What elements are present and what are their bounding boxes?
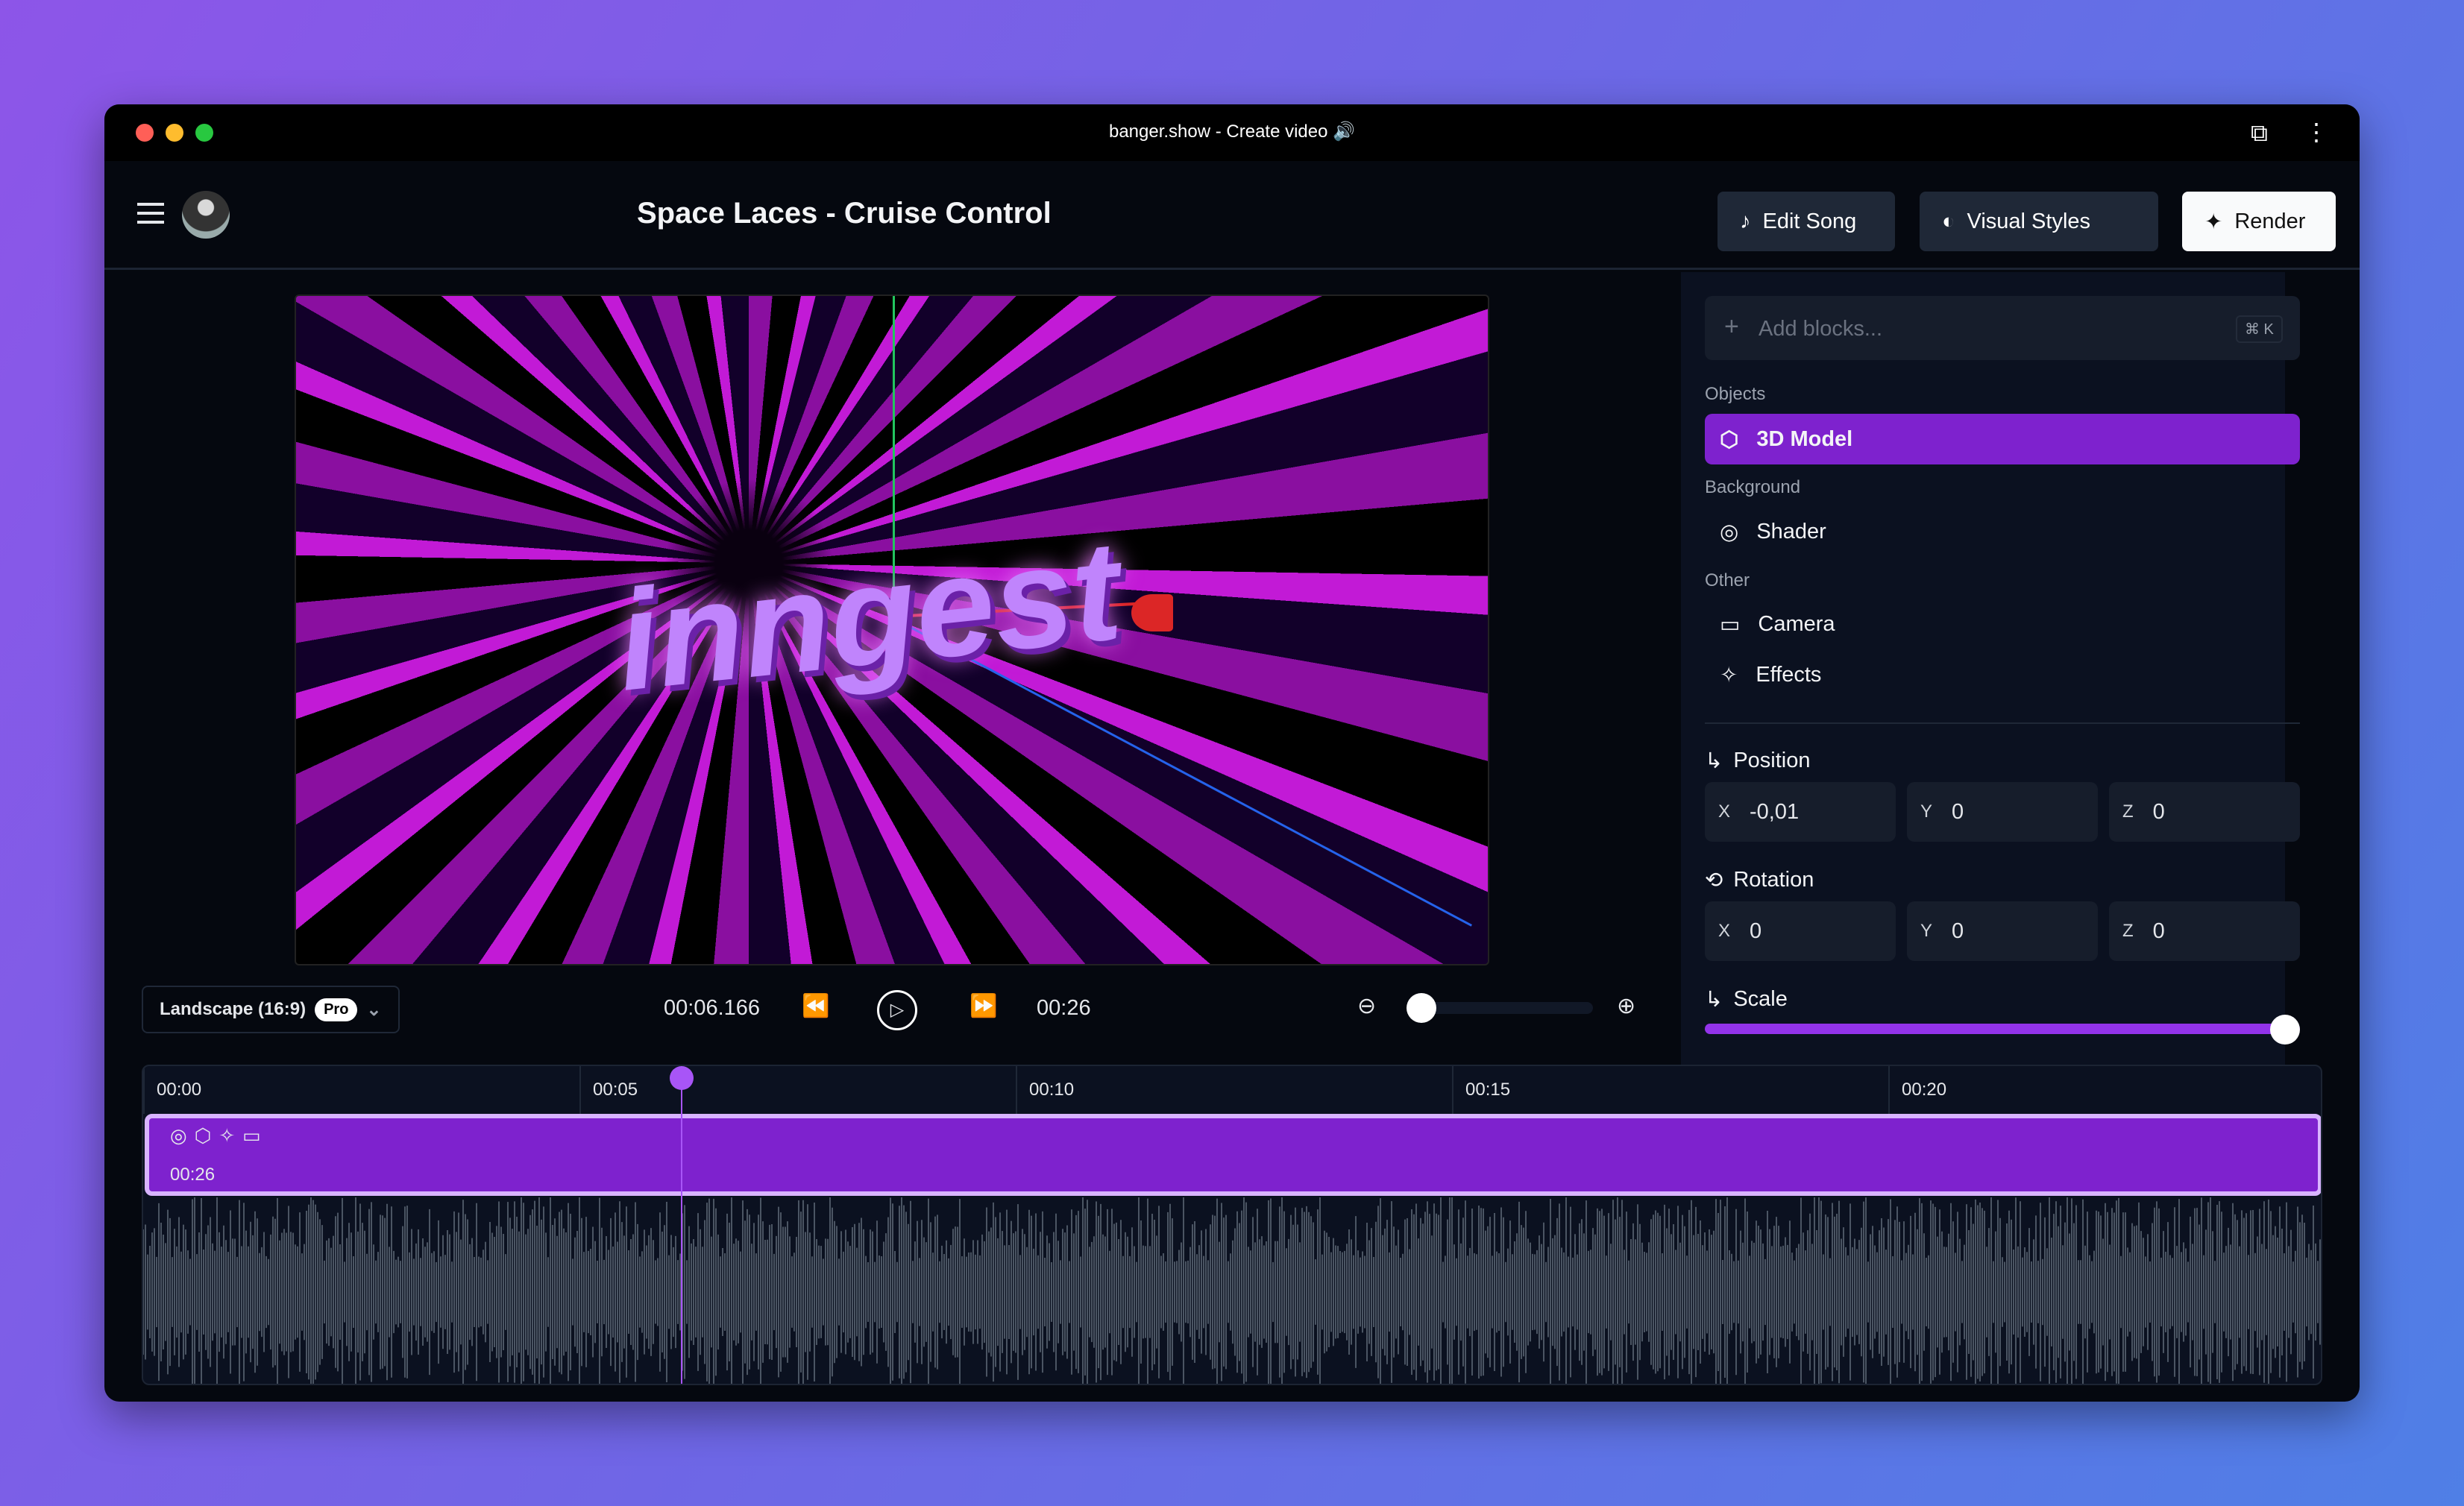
sparkle-icon: ✦ [2204,209,2223,234]
x-axis-handle[interactable] [1131,594,1173,631]
extension-icon[interactable]: ⧉ [2251,119,2268,148]
video-preview[interactable]: inngest [295,294,1489,965]
block-3d-model[interactable]: ⬡ 3D Model [1705,414,2300,464]
section-other: Other [1705,570,1750,590]
add-blocks-placeholder: Add blocks... [1759,317,1883,341]
position-y-input[interactable]: Y0 [1907,782,2098,842]
block-label: Shader [1756,519,1826,544]
section-objects: Objects [1705,384,1766,404]
scale-slider-handle[interactable] [2270,1015,2300,1045]
music-note-icon: ♪ [1740,209,1751,233]
timeline-tick: 00:05 [579,1066,1016,1114]
timeline-tick: 00:20 [1888,1066,2321,1114]
video-camera-icon: ▭ [1720,612,1741,637]
scale-icon: ↳ [1705,988,1723,1012]
visual-styles-button[interactable]: ◐ Visual Styles [1920,192,2158,251]
current-time: 00:06.166 [664,996,761,1020]
properties-panel: + Add blocks... ⌘ K Objects ⬡ 3D Model Ba… [1681,272,2300,1065]
app-window: banger.show - Create video 🔊 ⧉ ⋮ Space L… [104,104,2360,1402]
rotation-z-input[interactable]: Z0 [2109,901,2300,961]
add-blocks-input[interactable]: + Add blocks... ⌘ K [1705,296,2300,360]
scale-slider[interactable] [1705,1015,2300,1045]
divider [1705,722,2300,724]
chevron-down-icon: ⌄ [366,999,382,1020]
audio-waveform [143,1197,2321,1384]
palette-icon: ◐ [1942,209,1955,233]
cube-icon: ⬡ [1720,427,1739,452]
title-bar: banger.show - Create video 🔊 ⧉ ⋮ [104,104,2360,161]
clip-duration: 00:26 [170,1165,216,1185]
play-button[interactable]: ▷ [877,990,917,1030]
block-camera[interactable]: ▭ Camera [1705,599,2300,649]
block-shader[interactable]: ◎ Shader [1705,506,2300,557]
timeline-clip[interactable]: ◎⬡✧▭ 00:26 [145,1114,2321,1196]
zoom-out-icon[interactable]: ⊖ [1357,993,1376,1019]
scale-label: ↳ Scale [1705,986,1788,1012]
rotate-3d-icon: ⟲ [1705,869,1723,892]
shortcut-badge: ⌘ K [2236,315,2283,343]
axis-label: X [1718,921,1731,941]
3d-text-model[interactable]: inngest [609,508,1128,722]
hamburger-menu-icon[interactable] [137,203,164,224]
plus-icon: + [1724,312,1739,341]
axis-label: Y [1920,801,1933,822]
timeline-tick: 00:00 [143,1066,579,1114]
spiral-icon: ◎ [1720,520,1739,544]
block-effects[interactable]: ✧ Effects [1705,649,2300,700]
axis-label: Z [2122,921,2134,941]
value: 0 [1952,919,1964,943]
section-background: Background [1705,477,1801,497]
fast-forward-button[interactable]: ⏩ [969,993,997,1019]
value: -0,01 [1750,799,1800,824]
playhead[interactable] [670,1066,694,1384]
aspect-label: Landscape (16:9) [160,999,307,1019]
zoom-in-icon[interactable]: ⊕ [1617,993,1635,1019]
render-button[interactable]: ✦ Render [2182,192,2336,251]
axis-arrows-icon: ↳ [1705,749,1723,773]
rotation-x-input[interactable]: X0 [1705,901,1896,961]
timeline[interactable]: 00:00 00:05 00:10 00:15 00:20 ◎⬡✧▭ 00:26 [142,1065,2322,1385]
timeline-zoom-slider[interactable] [1407,993,1593,1023]
value: 0 [1750,919,1762,943]
position-x-input[interactable]: X -0,01 [1705,782,1896,842]
avatar[interactable] [182,191,230,239]
axis-label: Y [1920,921,1933,941]
window-title: banger.show - Create video 🔊 [1108,122,1356,142]
render-label: Render [2234,209,2306,233]
rotation-label: ⟲ Rotation [1705,867,1814,893]
axis-label: Z [2122,801,2134,822]
timeline-tick: 00:15 [1452,1066,1888,1114]
block-label: Camera [1758,611,1835,636]
duration: 00:26 [1037,996,1091,1020]
block-label: Effects [1756,662,1822,687]
value: 0 [2152,919,2165,943]
block-label: 3D Model [1756,426,1853,451]
position-z-input[interactable]: Z0 [2109,782,2300,842]
pro-badge: Pro [315,998,358,1021]
position-label: ↳ Position [1705,748,1810,774]
value: 0 [1952,799,1964,824]
waveform-path [143,1197,2321,1384]
app-header: Space Laces - Cruise Control ♪ Edit Song … [104,161,2360,270]
value: 0 [2152,799,2165,824]
rotation-y-input[interactable]: Y0 [1907,901,2098,961]
sparkles-icon: ✧ [1720,663,1738,687]
song-title: Space Laces - Cruise Control [637,197,1052,230]
rewind-button[interactable]: ⏪ [802,993,829,1019]
clip-block-icons: ◎⬡✧▭ [170,1124,268,1147]
more-menu-icon[interactable]: ⋮ [2304,118,2328,146]
visual-styles-label: Visual Styles [1967,209,2091,233]
position-text: Position [1733,749,1811,772]
zoom-slider-handle[interactable] [1407,993,1436,1023]
axis-label: X [1718,801,1731,822]
edit-song-label: Edit Song [1762,209,1857,233]
timeline-tick: 00:10 [1016,1066,1452,1114]
aspect-ratio-select[interactable]: Landscape (16:9) Pro ⌄ [142,986,400,1033]
scale-text: Scale [1733,987,1788,1011]
edit-song-button[interactable]: ♪ Edit Song [1717,192,1895,251]
rotation-text: Rotation [1733,868,1814,892]
